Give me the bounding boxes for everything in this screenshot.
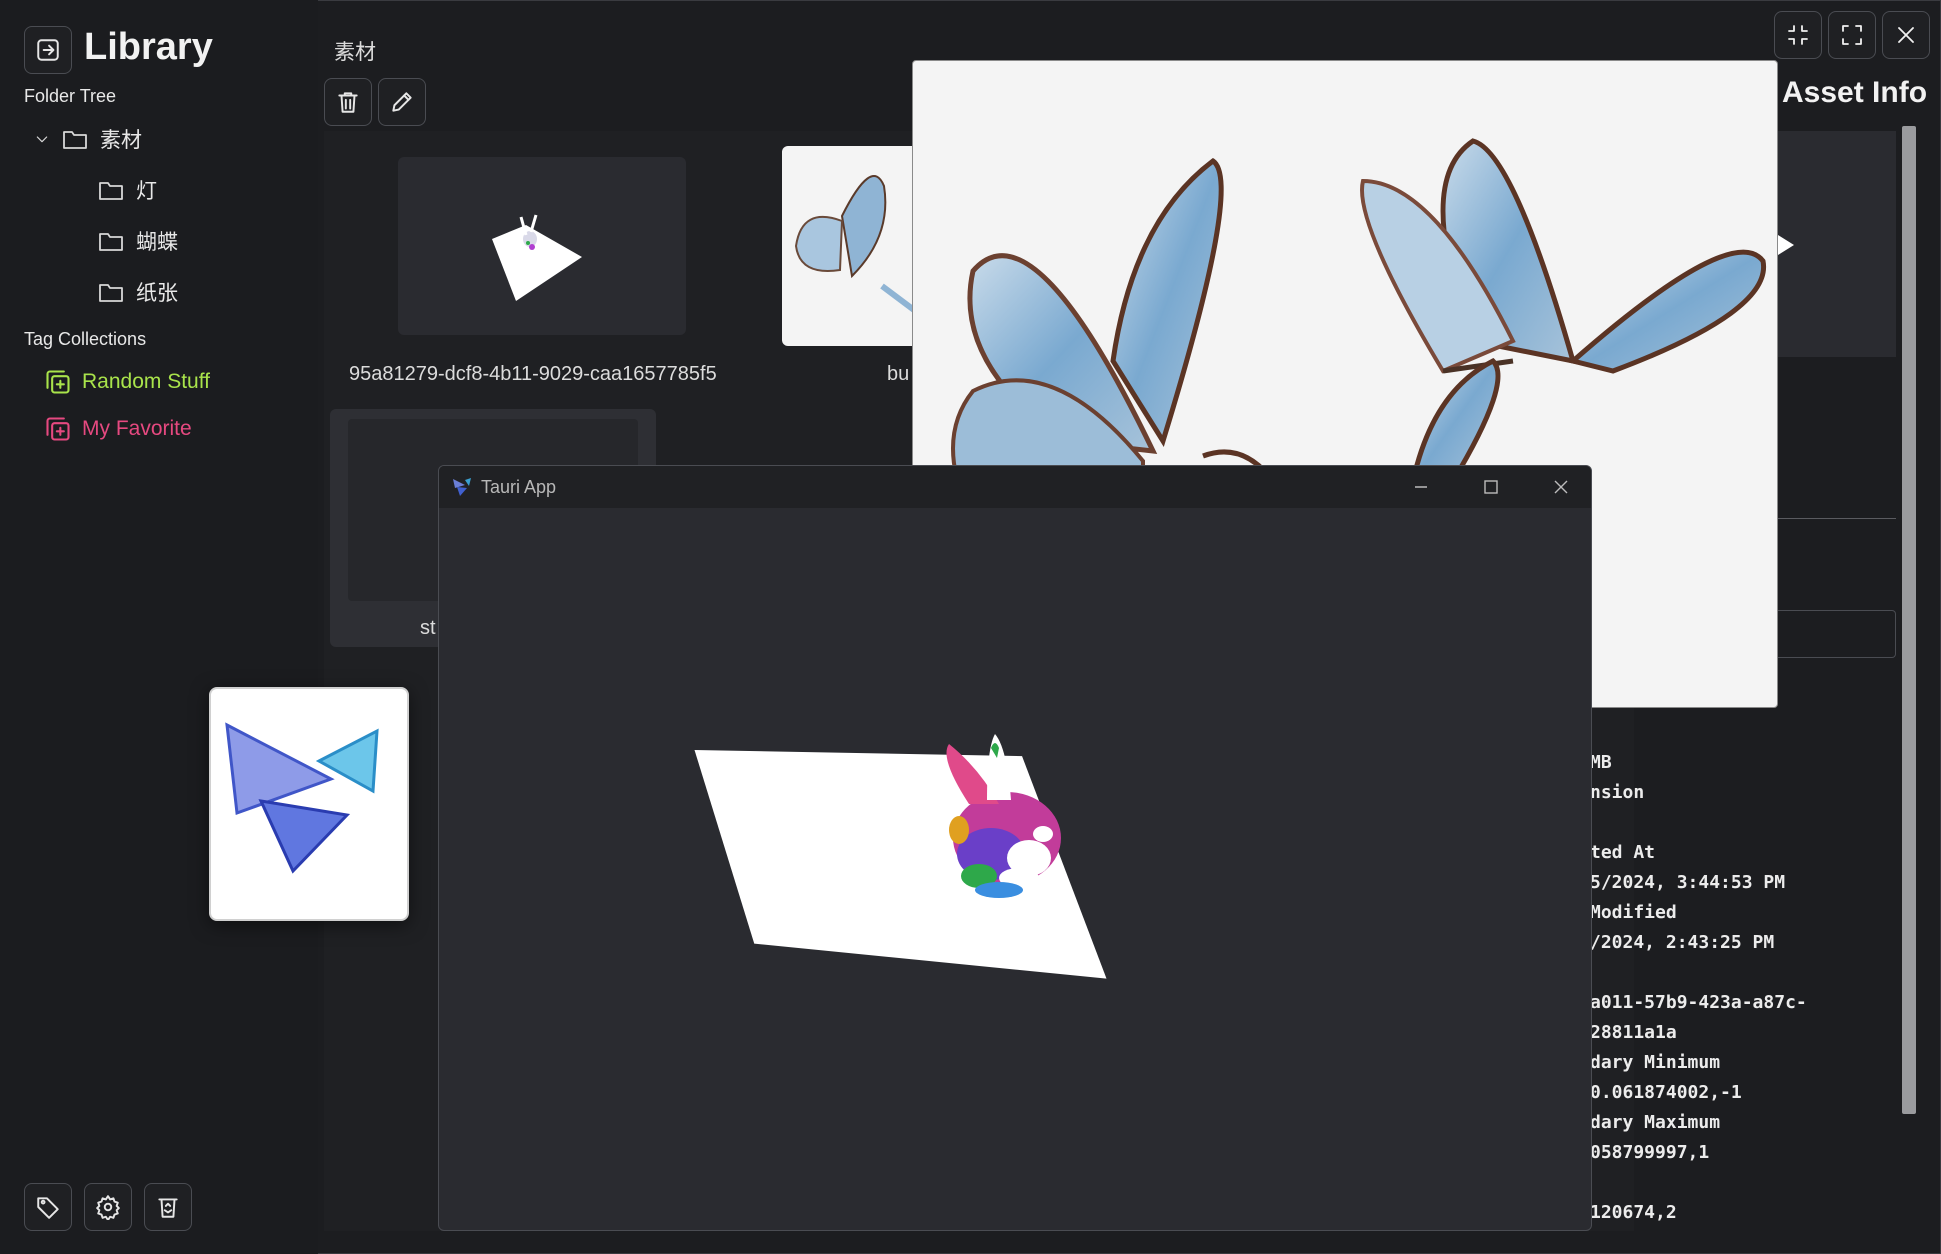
tag-collections-label: Tag Collections xyxy=(24,329,147,349)
folder-label: 蝴蝶 xyxy=(136,231,178,254)
minimize-icon xyxy=(1788,25,1808,45)
recycle-bin-button[interactable] xyxy=(144,1183,192,1231)
tauri-title-bar[interactable]: Tauri App xyxy=(439,466,1591,508)
3d-viewport[interactable] xyxy=(439,508,1592,1231)
tauri-window-title: Tauri App xyxy=(481,477,557,497)
info-name-field[interactable] xyxy=(1760,610,1896,658)
folder-label: 纸张 xyxy=(136,282,178,305)
delete-button[interactable] xyxy=(324,78,372,126)
folder-item-lamp[interactable]: 灯 xyxy=(98,175,157,205)
trash-icon xyxy=(338,92,358,113)
tag-collection-icon xyxy=(46,417,70,441)
library-title: Library xyxy=(84,26,213,68)
asset-card-label: 95a81279-dcf8-4b11-9029-caa1657785f5 xyxy=(349,363,717,385)
folder-label: 灯 xyxy=(136,180,157,203)
asset-info-preview xyxy=(1760,131,1896,357)
folder-icon xyxy=(99,182,123,200)
info-line: a011-57b9-423a-a87c- xyxy=(1590,992,1807,1013)
exit-library-button[interactable] xyxy=(24,26,72,74)
info-line: Modified xyxy=(1590,902,1677,923)
close-icon xyxy=(1898,27,1914,43)
folder-icon xyxy=(63,131,87,149)
minimize-icon xyxy=(1415,486,1427,488)
asset-card-label: st xyxy=(420,617,436,639)
close-button[interactable] xyxy=(1882,11,1930,59)
tauri-logo-icon xyxy=(225,722,379,874)
pencil-icon xyxy=(392,92,412,112)
settings-button[interactable] xyxy=(84,1183,132,1231)
info-line: 5/2024, 3:44:53 PM xyxy=(1590,872,1786,893)
asset-thumbnail xyxy=(492,214,582,301)
asset-card[interactable] xyxy=(398,157,686,335)
info-line: MB xyxy=(1590,752,1612,773)
tags-button[interactable] xyxy=(24,1183,72,1231)
info-line: 058799997,1 xyxy=(1590,1142,1710,1163)
exit-fullscreen-button[interactable] xyxy=(1774,11,1822,59)
info-line: ted At xyxy=(1590,842,1656,863)
folder-tree-label: Folder Tree xyxy=(24,86,117,106)
folder-label: 素材 xyxy=(100,129,142,152)
breadcrumb: 素材 xyxy=(334,41,376,64)
butterfly-thumbnail xyxy=(794,175,924,319)
asset-card[interactable] xyxy=(782,146,924,346)
maximize-icon xyxy=(1484,480,1498,494)
tauri-maximize-button[interactable] xyxy=(1476,474,1506,500)
info-line: 120674,2 xyxy=(1590,1202,1677,1223)
info-line: dary Maximum xyxy=(1590,1112,1721,1133)
info-scrollbar[interactable] xyxy=(1902,126,1916,1114)
folder-icon xyxy=(99,284,123,302)
asset-info-title: Asset Info xyxy=(1782,76,1928,109)
folder-item-root[interactable]: 素材 xyxy=(34,124,142,154)
asset-card-label: bu xyxy=(887,363,910,385)
fullscreen-button[interactable] xyxy=(1828,11,1876,59)
folder-item-paper[interactable]: 纸张 xyxy=(98,277,178,307)
info-divider xyxy=(1760,518,1896,519)
exit-icon xyxy=(37,39,59,61)
tag-item-my-favorite[interactable]: My Favorite xyxy=(44,415,192,443)
recycle-bin-icon xyxy=(158,1198,178,1218)
tauri-close-button[interactable] xyxy=(1546,474,1576,500)
tag-label: My Favorite xyxy=(82,417,192,440)
chevron-down-icon[interactable] xyxy=(34,131,50,147)
close-icon xyxy=(1554,480,1568,494)
folder-item-butterfly[interactable]: 蝴蝶 xyxy=(98,226,178,256)
info-line: /2024, 2:43:25 PM xyxy=(1590,932,1775,953)
tag-icon xyxy=(37,1197,59,1219)
tag-collection-icon xyxy=(46,370,70,394)
gear-icon xyxy=(96,1195,120,1220)
tag-label: Random Stuff xyxy=(82,370,211,393)
info-line: dary Minimum xyxy=(1590,1052,1721,1073)
tauri-app-window[interactable]: Tauri App xyxy=(438,465,1592,1231)
tag-item-random-stuff[interactable]: Random Stuff xyxy=(44,368,210,396)
tauri-minimize-button[interactable] xyxy=(1406,474,1436,500)
edit-button[interactable] xyxy=(378,78,426,126)
folder-icon xyxy=(99,233,123,251)
app-logo-icon xyxy=(453,478,471,496)
info-line: nsion xyxy=(1590,782,1645,803)
info-line: 0.061874002,-1 xyxy=(1590,1082,1742,1103)
sidebar: Library Folder Tree 素材 灯 蝴蝶 纸张 Tag Colle… xyxy=(0,0,318,1254)
maximize-icon xyxy=(1842,25,1862,45)
play-icon[interactable] xyxy=(1760,131,1896,357)
info-line: 28811a1a xyxy=(1590,1022,1677,1043)
drag-ghost-image xyxy=(209,687,409,921)
